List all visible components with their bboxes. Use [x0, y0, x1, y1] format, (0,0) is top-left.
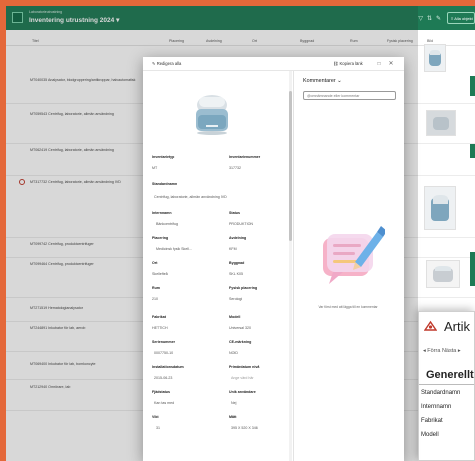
record-navigation[interactable]: ◂ Förra Nästa ▸	[423, 348, 461, 354]
field-label: Fabrikat	[152, 315, 166, 319]
field-label: Rum	[152, 286, 160, 290]
equipment-thumbnail[interactable]	[426, 110, 456, 136]
field-label: Standardnamn	[421, 390, 461, 396]
status-bar	[470, 252, 475, 286]
field-value[interactable]: SKL K05	[229, 272, 289, 276]
field-value[interactable]: Universal 320	[229, 326, 289, 330]
equipment-thumbnail[interactable]	[424, 186, 456, 230]
field-value[interactable]: KFM	[229, 247, 289, 251]
sort-icon[interactable]: ⇅	[427, 16, 436, 22]
field-label: Installationsdatum	[152, 365, 184, 369]
field-label: Inventarietyp	[152, 155, 175, 159]
field-label: Unik användare	[229, 390, 256, 394]
field-label: Fysisk placering	[229, 286, 258, 290]
comment-input[interactable]: @omnämnande eller kommentar	[303, 91, 396, 100]
field-label: Placering	[152, 236, 169, 240]
field-value[interactable]: PRODUKTION	[229, 222, 289, 226]
field-value[interactable]: 0007750-10	[154, 351, 217, 355]
view-selector[interactable]: ≡ Alla objekt	[447, 12, 475, 24]
field-label: Mått	[229, 415, 237, 419]
comments-empty-text: Var först med att lägga till en kommenta…	[318, 305, 378, 309]
field-label: Inventarienummer	[229, 155, 261, 159]
scrollbar-thumb[interactable]	[289, 91, 292, 241]
equipment-photo	[190, 85, 234, 141]
field-value[interactable]: HETTICH	[152, 326, 217, 330]
field-label: Modell	[421, 432, 439, 438]
field-value[interactable]: NOID	[229, 351, 289, 355]
divider	[419, 384, 474, 385]
field-label: Primärdatum nivå	[229, 365, 260, 369]
edit-icon[interactable]: ✎	[436, 16, 445, 22]
field-label: Fjädstatus	[152, 390, 170, 394]
field-value[interactable]: Serologi	[229, 297, 289, 301]
field-value[interactable]: Medicinsk fysik Skell...	[156, 247, 218, 251]
column-header[interactable]: Bild	[427, 39, 433, 43]
field-value[interactable]: Ange värd här	[231, 376, 289, 380]
centrifuge-icon	[424, 320, 437, 331]
copy-link-button[interactable]: ⛓ Kopiera länk	[333, 61, 363, 67]
secondary-window-title: Artik	[444, 319, 470, 334]
field-value[interactable]: MT	[152, 166, 217, 170]
field-label: Byggnad	[229, 261, 245, 265]
section-heading: Generellt	[426, 369, 474, 381]
status-bar	[470, 144, 475, 158]
chevron-down-icon: ⌄	[337, 78, 342, 84]
close-button[interactable]: ✕	[386, 60, 396, 68]
filter-icon[interactable]: ▽	[418, 16, 427, 22]
field-label: Serienummer	[152, 340, 175, 344]
item-detail-dialog: ✎ Redigera alla ⛓ Kopiera länk □ ✕ Inven…	[143, 57, 404, 461]
field-value[interactable]: Skellefteå	[152, 272, 217, 276]
field-value[interactable]: Kan tas med	[154, 401, 217, 405]
field-label: Ort	[152, 261, 158, 265]
dialog-toolbar: ✎ Redigera alla ⛓ Kopiera länk □ ✕	[143, 57, 404, 71]
comments-toggle-icon[interactable]: □	[375, 60, 383, 68]
field-value[interactable]: 317732	[229, 166, 289, 170]
header-toolbar: ▽⇅✎	[418, 15, 445, 22]
field-value[interactable]: 31	[156, 426, 217, 430]
comments-heading[interactable]: Kommentarer ⌄	[303, 78, 342, 84]
item-details-panel: Inventarietyp MT Inventarienummer 317732…	[143, 71, 290, 461]
field-label: Standardnamn	[152, 182, 178, 186]
equipment-thumbnail[interactable]	[426, 260, 460, 288]
details-scrollbar[interactable]	[289, 71, 292, 461]
field-label: Internnamn	[152, 211, 172, 215]
field-value[interactable]: 395 X 520 X 346	[231, 426, 289, 430]
field-value[interactable]: 210	[152, 297, 217, 301]
field-value[interactable]: Nej	[231, 401, 289, 405]
status-bar	[470, 76, 475, 96]
comment-illustration-icon	[323, 226, 385, 284]
field-value[interactable]: Bänkcentrifug	[156, 222, 218, 226]
field-label: Vikt	[152, 415, 159, 419]
secondary-window: Artik ◂ Förra Nästa ▸ Generellt Standard…	[418, 311, 475, 461]
panel-divider	[293, 71, 294, 461]
field-value[interactable]: 2015-06-23	[154, 376, 217, 380]
equipment-thumbnail[interactable]	[424, 44, 446, 72]
field-label: CE-märkning	[229, 340, 252, 344]
field-label: Status	[229, 211, 240, 215]
field-label: Modell	[229, 315, 241, 319]
field-value[interactable]: Centrifug, laboratorie, allmän användnin…	[154, 195, 284, 199]
field-label: Internnamn	[421, 404, 452, 410]
field-label: Fabrikat	[421, 418, 443, 424]
edit-all-button[interactable]: ✎ Redigera alla	[152, 61, 181, 66]
field-label: Avdelning	[229, 236, 247, 240]
